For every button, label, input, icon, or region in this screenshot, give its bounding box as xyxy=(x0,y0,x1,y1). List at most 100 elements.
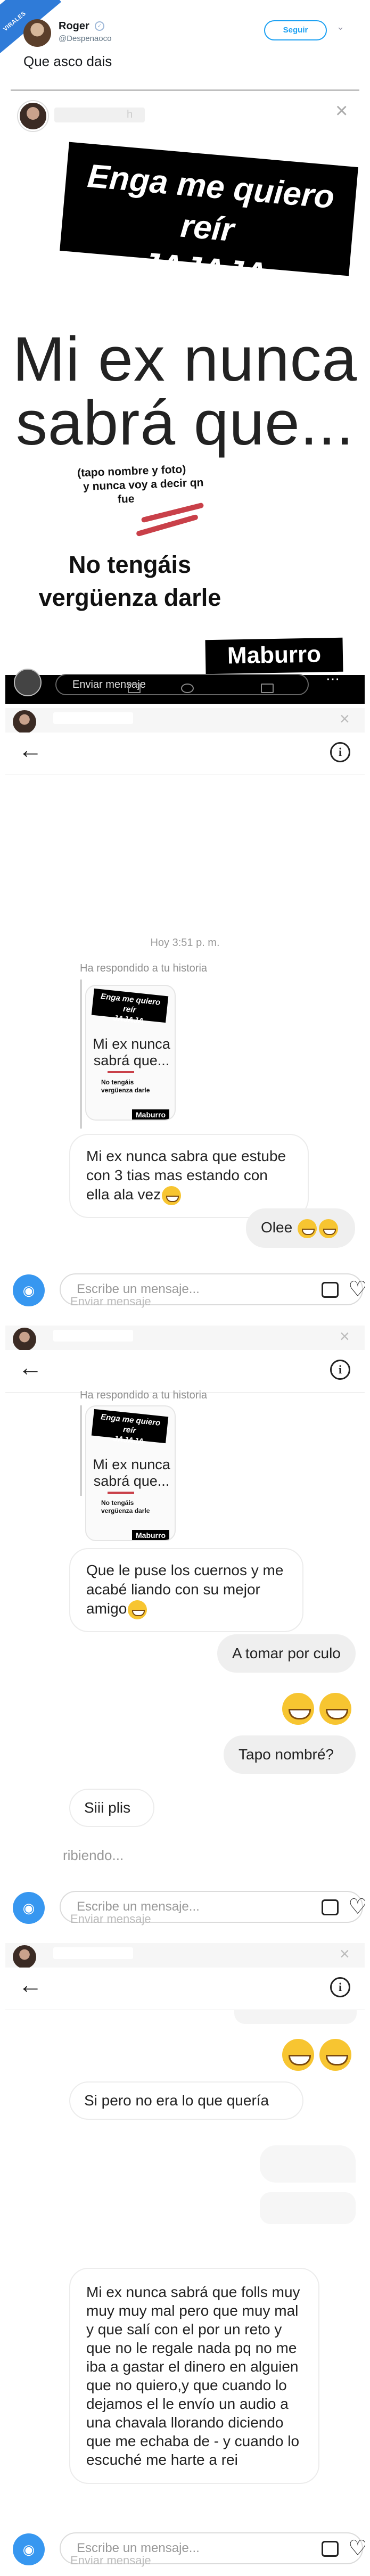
heart-icon[interactable]: ♡ xyxy=(348,1894,365,1920)
chat1-sent-text: Olee xyxy=(261,1219,293,1236)
story-time: h xyxy=(127,109,133,120)
thumb-sticker: Enga me quiero reír JAJAJA xyxy=(91,988,169,1026)
headline-line-2: sabrá que... xyxy=(15,388,355,458)
chat2-message-input[interactable]: Escribe un mensaje... Enviar mensaje ♡ xyxy=(60,1891,365,1925)
chat3-status-name-redacted xyxy=(53,1947,133,1959)
thumb-cta-2: vergüenza darle xyxy=(101,1507,150,1515)
chat2-sent-text-2: Tapo nombré? xyxy=(239,1746,334,1763)
chat1-sent-message: Olee xyxy=(246,1208,355,1248)
back-arrow-icon[interactable]: ← xyxy=(18,1351,43,1383)
grinning-emoji-icon xyxy=(128,1600,147,1619)
chat3-status-avatar xyxy=(13,1945,36,1969)
close-icon[interactable]: × xyxy=(335,100,348,121)
back-arrow-icon[interactable]: ← xyxy=(18,1969,43,2001)
chat2-input-bar: ◉ Escribe un mensaje... Enviar mensaje ♡ xyxy=(5,1884,365,1932)
camera-icon[interactable]: ◉ xyxy=(13,1274,45,1306)
image-icon[interactable] xyxy=(322,1282,339,1298)
chat1-header: ← i xyxy=(5,733,365,775)
chat1-message-input[interactable]: Escribe un mensaje... Enviar mensaje ♡ xyxy=(60,1273,365,1308)
nav-recent-icon[interactable] xyxy=(128,684,141,693)
camera-icon[interactable]: ◉ xyxy=(13,1892,45,1924)
author-avatar[interactable] xyxy=(23,19,51,47)
info-icon[interactable]: i xyxy=(330,1360,350,1380)
image-icon[interactable] xyxy=(322,2541,339,2557)
info-icon[interactable]: i xyxy=(330,742,350,762)
close-icon[interactable]: × xyxy=(340,709,350,729)
nav-home-icon[interactable] xyxy=(181,684,194,693)
thumb-scribble xyxy=(108,1071,134,1073)
author-handle[interactable]: @Despenaoco xyxy=(59,34,111,43)
grinning-emoji-icon xyxy=(282,1693,314,1725)
image-icon[interactable] xyxy=(322,1899,339,1915)
thumb-headline-1: Mi ex nunca xyxy=(93,1036,170,1052)
info-icon[interactable]: i xyxy=(330,1977,350,1997)
chat3-received-text-1: Si pero no era lo que quería xyxy=(84,2092,269,2109)
author-name[interactable]: Roger xyxy=(59,20,89,32)
story-screenshot: h × Enga me quiero reír JAJAJA Mi ex nun… xyxy=(5,80,365,704)
heart-icon[interactable]: ♡ xyxy=(348,1277,365,1302)
grinning-emoji-icon xyxy=(162,1186,182,1205)
chat3-status-bar: × xyxy=(5,1943,365,1969)
chat1-story-thumbnail[interactable]: Enga me quiero reír JAJAJA Mi ex nunca sab… xyxy=(85,985,176,1121)
thumb-cta-1: No tengáis xyxy=(101,1499,134,1507)
chat1-reply-hint: Ha respondido a tu historia xyxy=(80,962,208,974)
chevron-down-icon[interactable]: ⌄ xyxy=(336,21,344,32)
follow-button[interactable]: Seguir xyxy=(264,20,327,40)
chat2-received-message-2: Siii plis xyxy=(69,1789,154,1827)
verified-icon: ✓ xyxy=(95,21,104,31)
chat2-story-thumbnail[interactable]: Enga me quiero reír JAJAJA Mi ex nunca sab… xyxy=(85,1405,176,1541)
chat3-faint-bubble-2 xyxy=(260,2192,356,2224)
story-note: (tapo nombre y foto) y nunca voy a decir… xyxy=(77,460,270,508)
screenshot-root: VIRALES Roger ✓ @Despenaoco Seguir ⌄ Que… xyxy=(0,0,370,2576)
more-icon[interactable]: ⋯ xyxy=(326,671,340,687)
story-cta: No tengáis vergüenza darle xyxy=(18,548,242,614)
chat2-received-text-1: Que le puse los cuernos y me acabé liand… xyxy=(86,1562,284,1617)
chat2-received-text-2: Siii plis xyxy=(84,1799,131,1816)
chat2-input-placeholder: Enviar mensaje xyxy=(70,1912,151,1925)
story-headline: Mi ex nunca sabrá que... xyxy=(5,327,365,455)
chat1-status-bar: × xyxy=(5,708,365,734)
chat2-sent-text-1: A tomar por culo xyxy=(232,1645,341,1661)
cta-line-2: vergüenza darle xyxy=(38,584,221,611)
grinning-emoji-icon xyxy=(319,1693,351,1725)
chat-panel-1: × ← i Hoy 3:51 p. m. Ha respondido a tu … xyxy=(5,708,365,1320)
chat1-status-name-redacted xyxy=(53,712,133,724)
chat3-received-text-2: Mi ex nunca sabrá que folls muy muy muy … xyxy=(86,2284,300,2468)
headline-line-1: Mi ex nunca xyxy=(12,324,358,394)
grinning-emoji-icon xyxy=(297,1219,317,1238)
camera-icon[interactable] xyxy=(14,669,42,696)
thumb-headline-2: sabrá que... xyxy=(93,1473,170,1489)
chat1-input-placeholder: Enviar mensaje xyxy=(70,1295,151,1308)
thumb-headline: Mi ex nunca sabrá que... xyxy=(86,1036,175,1069)
heart-icon[interactable]: ♡ xyxy=(348,2536,365,2561)
camera-icon[interactable]: ◉ xyxy=(13,2533,45,2565)
chat1-timestamp: Hoy 3:51 p. m. xyxy=(150,937,220,949)
cta-line-1: No tengáis xyxy=(68,551,192,578)
nav-back-icon[interactable] xyxy=(261,684,274,693)
chat2-reply-hint: Ha respondido a tu historia xyxy=(80,1389,208,1401)
story-bottom-bar: Enviar mensaje ⋯ xyxy=(5,669,365,704)
chat2-status-name-redacted xyxy=(53,1330,133,1342)
thumb-headline: Mi ex nunca sabrá que... xyxy=(86,1456,175,1489)
chat1-input-bar: ◉ Escribe un mensaje... Enviar mensaje ♡ xyxy=(5,1267,365,1315)
chat2-status-bar: × xyxy=(5,1326,365,1351)
chat2-received-message-1: Que le puse los cuernos y me acabé liand… xyxy=(69,1548,303,1632)
grinning-emoji-icon xyxy=(318,1219,338,1238)
chat3-faint-bubble-1 xyxy=(260,2145,356,2183)
thumb-cta-2: vergüenza darle xyxy=(101,1087,150,1094)
chat3-header: ← i xyxy=(5,1968,365,2010)
grinning-emoji-icon xyxy=(319,2039,351,2071)
thumb-headline-2: sabrá que... xyxy=(93,1052,170,1068)
chat1-received-text: Mi ex nunca sabra que estube con 3 tias … xyxy=(86,1148,286,1203)
chat3-received-message-1: Si pero no era lo que quería xyxy=(69,2081,303,2120)
thumb-cta: No tengáis vergüenza darle xyxy=(101,1079,165,1094)
back-arrow-icon[interactable]: ← xyxy=(18,734,43,766)
chat2-sent-message-1: A tomar por culo xyxy=(217,1634,356,1673)
grinning-emoji-icon xyxy=(282,2039,314,2071)
close-icon[interactable]: × xyxy=(340,1327,350,1346)
chat3-message-input[interactable]: Escribe un mensaje... Enviar mensaje ♡ xyxy=(60,2532,365,2567)
thumb-cta-1: No tengáis xyxy=(101,1079,134,1086)
thumb-headline-1: Mi ex nunca xyxy=(93,1456,170,1472)
close-icon[interactable]: × xyxy=(340,1944,350,1964)
thumb-cta: No tengáis vergüenza darle xyxy=(101,1499,165,1515)
